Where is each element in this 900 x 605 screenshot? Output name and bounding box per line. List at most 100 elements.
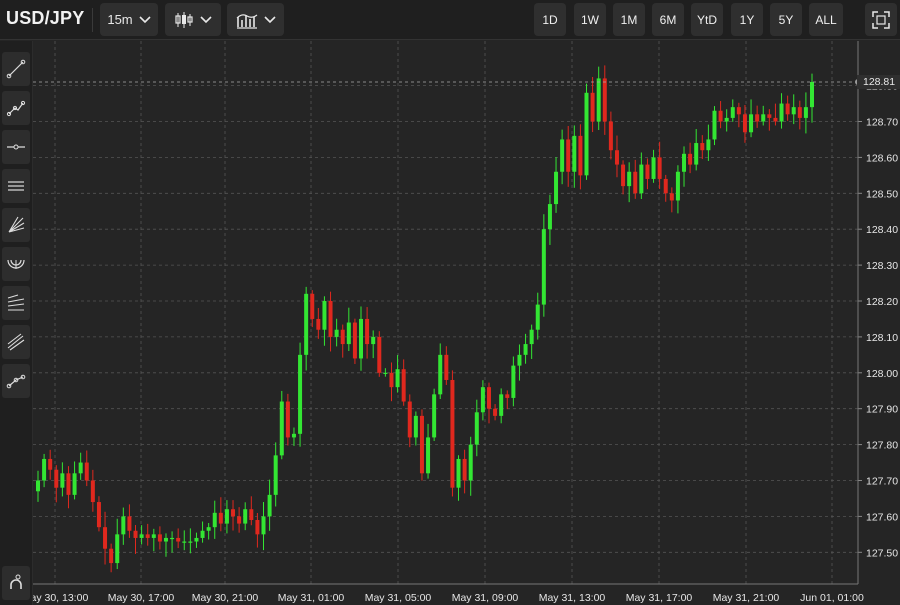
x-tick-label: May 31, 09:00: [452, 592, 519, 604]
range-1w-button[interactable]: 1W: [574, 3, 606, 36]
magnet-icon: [10, 574, 22, 589]
candle-body: [60, 473, 65, 488]
candle-body: [566, 139, 571, 172]
candle-body: [359, 318, 364, 359]
tool-magnet[interactable]: [2, 566, 30, 600]
candle-body: [517, 354, 522, 366]
tool-arc[interactable]: [2, 247, 30, 281]
range-6m-button[interactable]: 6M: [652, 3, 684, 36]
candle-body: [529, 329, 534, 345]
chart-axes: [33, 41, 861, 585]
candle-body: [651, 157, 656, 179]
candle-body: [115, 534, 120, 564]
candle-body: [706, 139, 711, 151]
polyline-icon: [6, 100, 26, 117]
x-tick-label: May 31, 13:00: [539, 592, 606, 604]
candle-body: [121, 516, 126, 535]
candle-body: [109, 548, 114, 564]
candle-body: [395, 369, 400, 388]
candle-body: [608, 121, 613, 151]
fullscreen-button[interactable]: [865, 3, 897, 36]
tool-parallel-channel[interactable]: [2, 169, 30, 203]
candle-body: [682, 153, 687, 172]
candle-body: [285, 401, 290, 438]
x-axis-labels: May 30, 13:00 May 30, 17:00 May 30, 21:00 M…: [33, 592, 864, 604]
candle-body: [474, 412, 479, 445]
candle-body: [773, 117, 778, 122]
parallel-channel-icon: [8, 181, 24, 191]
tool-fan-lines[interactable]: [2, 208, 30, 242]
tool-horizontal-line[interactable]: [2, 130, 30, 164]
tool-polyline[interactable]: [2, 91, 30, 125]
candle-body: [194, 537, 199, 542]
range-ytd-button[interactable]: YtD: [691, 3, 723, 36]
candle-body: [176, 537, 181, 542]
candle-body: [237, 516, 242, 524]
drawing-toolbar: [0, 41, 33, 605]
chart-type-dropdown[interactable]: [165, 3, 221, 36]
candle-body: [163, 537, 168, 542]
candle-body: [334, 329, 339, 337]
y-tick-label: 128.00: [866, 368, 898, 380]
candle-body: [669, 193, 674, 201]
range-all-button[interactable]: ALL: [809, 3, 843, 36]
candle-body: [139, 534, 144, 538]
candle-body: [486, 387, 491, 409]
candle-body: [797, 107, 802, 118]
tool-path[interactable]: [2, 364, 30, 398]
candle-body: [657, 157, 662, 179]
range-1y-button[interactable]: 1Y: [731, 3, 763, 36]
price-chart[interactable]: 128.80128.70128.60128.50128.40128.30128.…: [33, 41, 900, 605]
candle-body: [724, 117, 729, 122]
candle-body: [432, 394, 437, 438]
y-tick-label: 128.50: [866, 188, 898, 200]
tool-pitchfork[interactable]: [2, 325, 30, 359]
candle-body: [755, 114, 760, 122]
candle-body: [554, 171, 559, 205]
candle-body: [371, 336, 376, 345]
candle-body: [480, 387, 485, 413]
candle-body: [389, 372, 394, 388]
candle-body: [279, 401, 284, 456]
candle-body: [352, 322, 357, 359]
toolbar-divider: [92, 8, 93, 32]
fullscreen-icon: [872, 10, 890, 29]
x-tick-label: May 31, 01:00: [278, 592, 345, 604]
candle-body: [627, 171, 632, 187]
candle-body: [779, 103, 784, 122]
tool-fibonacci[interactable]: [2, 286, 30, 320]
range-1m-button[interactable]: 1M: [613, 3, 645, 36]
candle-body: [231, 509, 236, 517]
candle-body: [298, 354, 303, 434]
indicators-dropdown[interactable]: [227, 3, 284, 36]
candlestick-icon: [175, 11, 193, 28]
candle-body: [316, 318, 321, 330]
candle-body: [547, 204, 552, 230]
candle-body: [267, 494, 272, 517]
candle-body: [273, 455, 278, 495]
interval-dropdown[interactable]: 15m: [100, 3, 158, 36]
y-tick-label: 128.60: [866, 152, 898, 164]
candle-body: [645, 164, 650, 179]
candle-body: [578, 135, 583, 176]
candle-body: [663, 178, 668, 194]
candle-body: [700, 143, 705, 151]
candle-body: [621, 164, 626, 187]
candle-body: [151, 534, 156, 538]
candle-body: [261, 516, 266, 535]
candle-body: [675, 171, 680, 201]
y-tick-label: 127.90: [866, 404, 898, 416]
candle-body: [188, 541, 193, 543]
candle-body: [560, 139, 565, 172]
x-tick-label: May 30, 17:00: [108, 592, 175, 604]
candle-body: [803, 107, 808, 118]
tool-trend-line[interactable]: [2, 52, 30, 86]
candle-body: [767, 114, 772, 118]
last-price-label: 128.81: [857, 75, 900, 89]
range-1d-button[interactable]: 1D: [534, 3, 566, 36]
y-tick-label: 127.50: [866, 547, 898, 559]
chevron-down-icon: [139, 15, 151, 23]
x-tick-label: Jun 01, 01:00: [800, 592, 864, 604]
range-5y-button[interactable]: 5Y: [770, 3, 802, 36]
candle-body: [810, 82, 814, 108]
